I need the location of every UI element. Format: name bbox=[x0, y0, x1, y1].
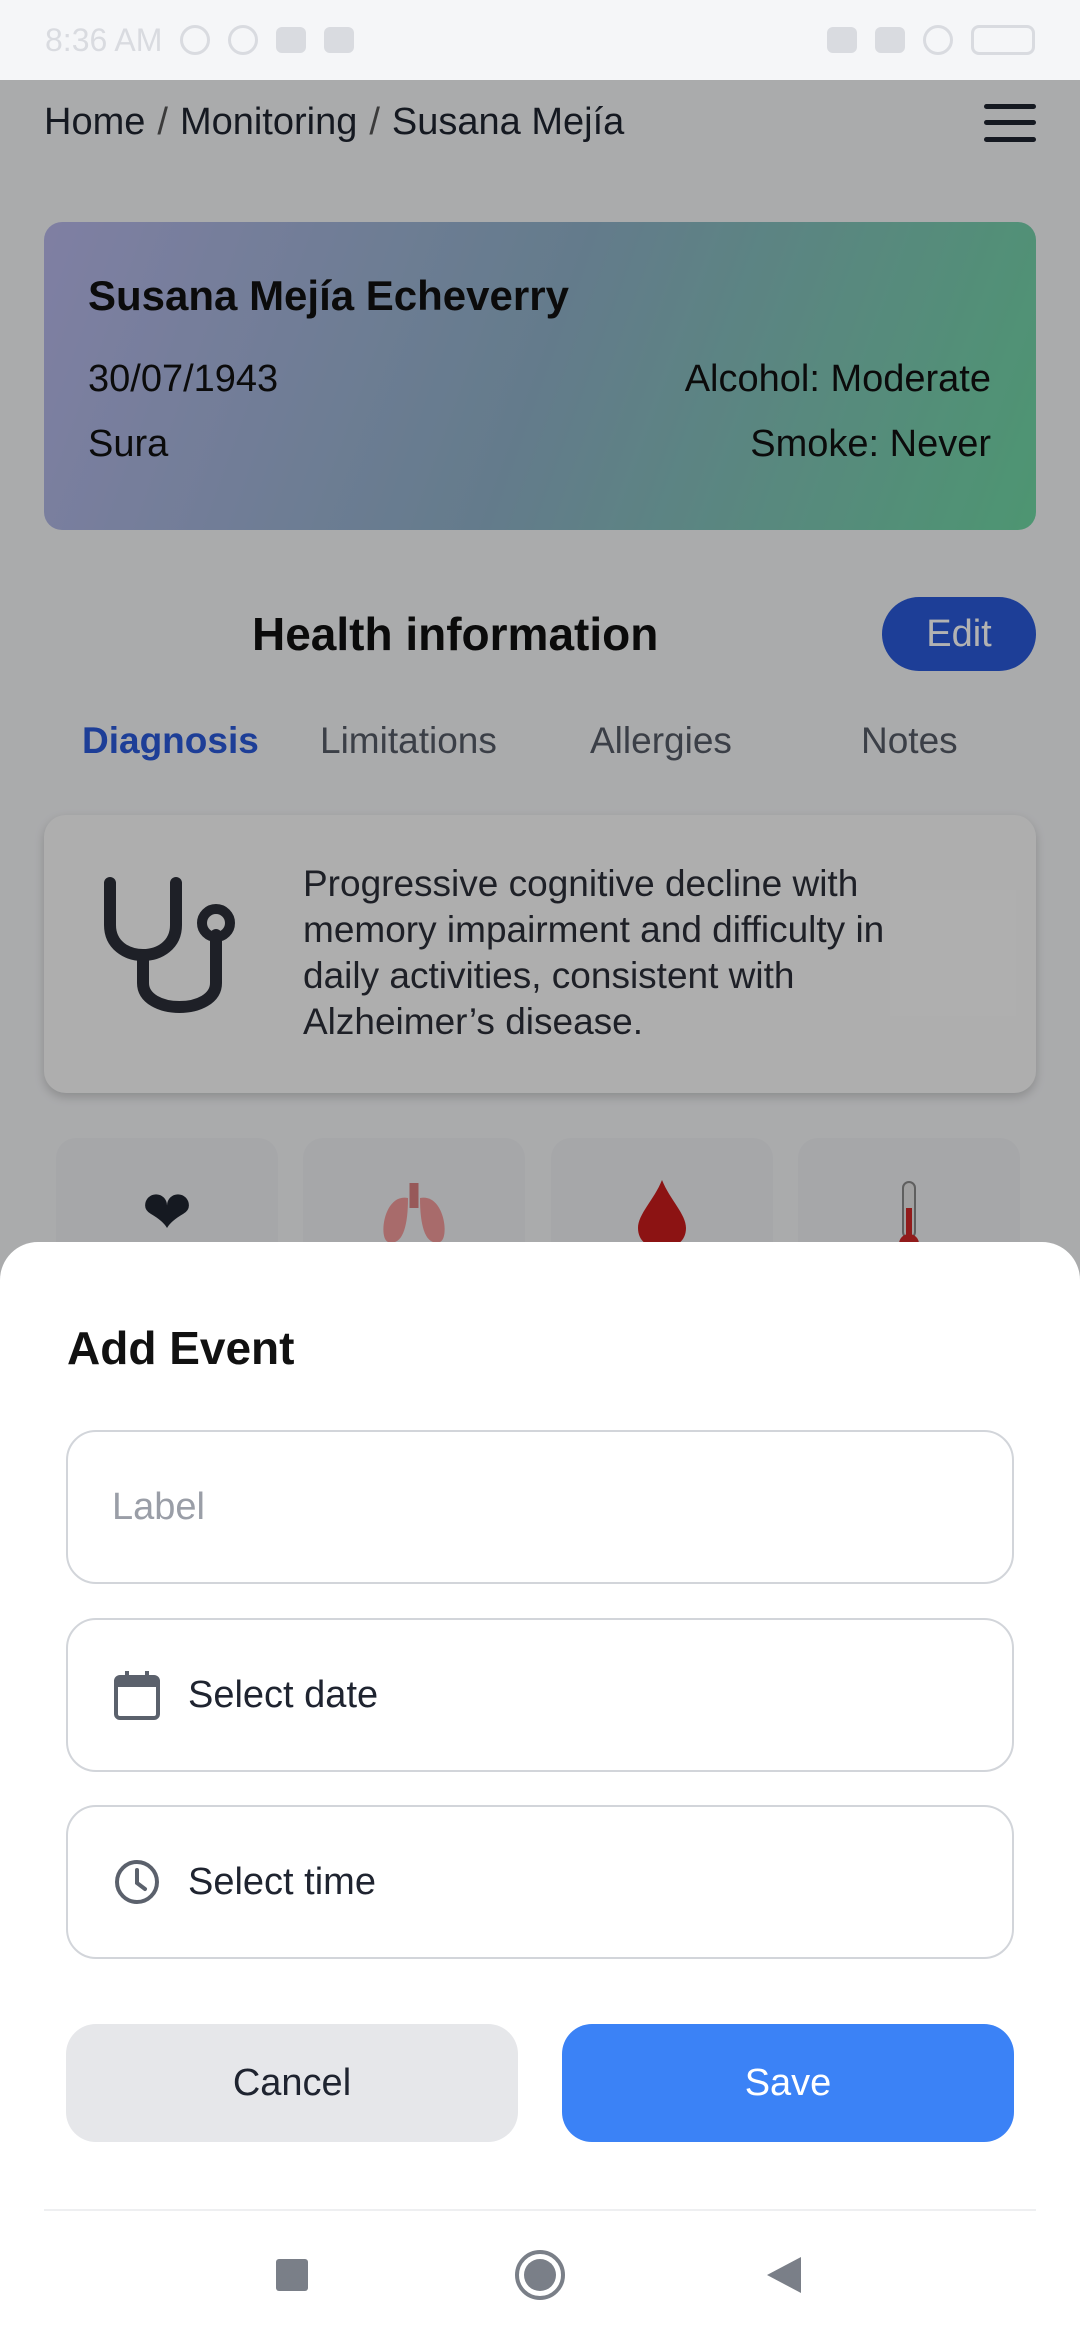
calendar-icon bbox=[112, 1670, 162, 1720]
date-field[interactable]: Select date bbox=[66, 1618, 1014, 1772]
back-button[interactable] bbox=[724, 2210, 844, 2340]
shield-icon bbox=[228, 25, 259, 55]
alarm-icon bbox=[180, 25, 211, 55]
recents-button[interactable] bbox=[232, 2210, 352, 2340]
chat-icon bbox=[324, 27, 355, 53]
time-value: Select time bbox=[188, 1860, 376, 1903]
wifi-icon bbox=[923, 25, 953, 55]
sheet-title: Add Event bbox=[67, 1322, 295, 1374]
signal-icon bbox=[827, 27, 857, 53]
status-bar: 8:36 AM bbox=[0, 0, 1080, 80]
label-input[interactable] bbox=[112, 1485, 1012, 1529]
time-field[interactable]: Select time bbox=[66, 1805, 1014, 1959]
battery-icon bbox=[971, 25, 1035, 55]
signal-2-icon bbox=[875, 27, 905, 53]
cancel-button[interactable]: Cancel bbox=[66, 2024, 518, 2142]
add-event-sheet: Add Event Select date Select time Cancel… bbox=[0, 1242, 1080, 2340]
status-time: 8:36 AM bbox=[45, 21, 163, 58]
label-field[interactable] bbox=[66, 1430, 1014, 1584]
system-nav-bar bbox=[0, 2210, 1080, 2340]
home-button[interactable] bbox=[480, 2210, 600, 2340]
notification-icon bbox=[276, 27, 307, 53]
save-button[interactable]: Save bbox=[562, 2024, 1014, 2142]
date-value: Select date bbox=[188, 1673, 379, 1716]
clock-icon bbox=[112, 1857, 162, 1907]
